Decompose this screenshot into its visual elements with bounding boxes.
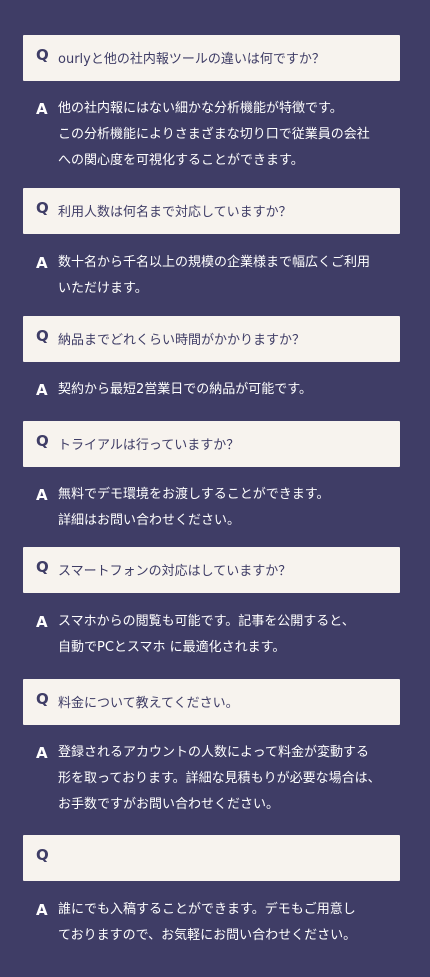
answer-text: 契約から最短2営業日での納品が可能です。 — [58, 377, 398, 403]
answer-line: 自動でPCとスマホ に最適化されます。 — [58, 640, 286, 655]
faq-question-6[interactable]: Q 料金について教えてください。 — [23, 679, 400, 725]
question-mark: Q — [36, 46, 49, 64]
answer-line: 詳細はお問い合わせください。 — [58, 513, 241, 528]
answer-line: 誰にでも入稿することができます。デモもご用意し — [58, 902, 356, 917]
answer-text: 数十名から千名以上の規模の企業様まで幅広くご利用 いただけます。 — [58, 250, 398, 302]
answer-line: スマホからの閲覧も可能です。記事を公開すると、 — [58, 614, 355, 629]
answer-mark: A — [36, 486, 48, 504]
answer-text: スマホからの閲覧も可能です。記事を公開すると、 自動でPCとスマホ に最適化され… — [58, 609, 398, 661]
question-text: スマートフォンの対応はしていますか？ — [58, 564, 292, 579]
answer-mark: A — [36, 381, 48, 399]
question-mark: Q — [36, 199, 49, 217]
question-mark: Q — [36, 558, 49, 576]
question-text: 納品までどれくらい時間がかかりますか？ — [58, 333, 306, 348]
question-text: トライアルは行っていますか？ — [58, 438, 240, 453]
answer-line: 数十名から千名以上の規模の企業様まで幅広くご利用 — [58, 255, 371, 270]
question-text: ourlyと他の社内報ツールの違いは何ですか？ — [58, 52, 325, 67]
faq-question-5[interactable]: Q スマートフォンの対応はしていますか？ — [23, 547, 400, 593]
answer-text: 登録されるアカウントの人数によって料金が変動する 形を取っております。詳細な見積… — [58, 740, 398, 818]
answer-line: 登録されるアカウントの人数によって料金が変動する — [58, 745, 369, 760]
faq-question-1[interactable]: Q ourlyと他の社内報ツールの違いは何ですか？ — [23, 35, 400, 81]
answer-line: いただけます。 — [58, 281, 148, 296]
faq-question-4[interactable]: Q トライアルは行っていますか？ — [23, 421, 400, 467]
question-text: 利用人数は何名まで対応していますか？ — [58, 205, 292, 220]
answer-line: この分析機能によりさまざまな切り口で従業員の会社 — [58, 127, 370, 142]
question-mark: Q — [36, 846, 49, 864]
answer-line: お手数ですがお問い合わせください。 — [58, 797, 280, 812]
answer-mark: A — [36, 254, 48, 272]
answer-text: 他の社内報にはない細かな分析機能が特徴です。 この分析機能によりさまざまな切り口… — [58, 96, 398, 174]
answer-line: ておりますので、お気軽にお問い合わせください。 — [58, 928, 357, 943]
answer-line: 他の社内報にはない細かな分析機能が特徴です。 — [58, 101, 343, 116]
faq-question-3[interactable]: Q 納品までどれくらい時間がかかりますか？ — [23, 316, 400, 362]
answer-mark: A — [36, 613, 48, 631]
answer-text: 誰にでも入稿することができます。デモもご用意し ておりますので、お気軽にお問い合… — [58, 897, 398, 949]
question-text: 料金について教えてください。 — [58, 696, 239, 711]
question-mark: Q — [36, 690, 49, 708]
answer-mark: A — [36, 901, 48, 919]
answer-mark: A — [36, 744, 48, 762]
question-mark: Q — [36, 432, 49, 450]
faq-question-2[interactable]: Q 利用人数は何名まで対応していますか？ — [23, 188, 400, 234]
answer-text: 無料でデモ環境をお渡しすることができます。 詳細はお問い合わせください。 — [58, 482, 398, 534]
answer-line: 契約から最短2営業日での納品が可能です。 — [58, 382, 312, 397]
answer-mark: A — [36, 100, 48, 118]
answer-line: への関心度を可視化することができます。 — [58, 153, 304, 168]
faq-question-7[interactable]: Q — [23, 835, 400, 881]
question-mark: Q — [36, 327, 49, 345]
answer-line: 無料でデモ環境をお渡しすることができます。 — [58, 487, 330, 502]
answer-line: 形を取っております。詳細な見積もりが必要な場合は、 — [58, 771, 381, 786]
